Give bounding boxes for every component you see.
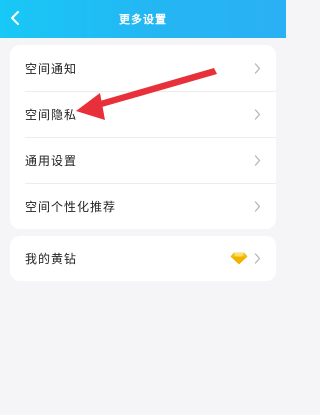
vip-item-label: 我的黄钻 bbox=[25, 252, 78, 266]
vip-card: 我的黄钻 bbox=[10, 236, 276, 281]
settings-item-label: 空间通知 bbox=[25, 61, 78, 76]
chevron-right-icon bbox=[252, 108, 262, 120]
more-settings-screen: 更多设置 空间通知 空间隐私 通用设置 空间个性化推荐 我的黄钻 bbox=[0, 0, 286, 415]
settings-item-label: 通用设置 bbox=[25, 153, 78, 168]
settings-item-label: 空间个性化推荐 bbox=[25, 199, 117, 214]
yellow-diamond-icon bbox=[230, 252, 248, 266]
settings-item-space-notification[interactable]: 空间通知 bbox=[10, 45, 276, 91]
chevron-right-icon bbox=[252, 62, 262, 74]
chevron-left-icon bbox=[11, 11, 19, 25]
settings-item-space-privacy[interactable]: 空间隐私 bbox=[10, 91, 276, 137]
settings-item-general-settings[interactable]: 通用设置 bbox=[10, 137, 276, 183]
my-yellow-diamond-item[interactable]: 我的黄钻 bbox=[10, 236, 276, 281]
back-button[interactable] bbox=[4, 6, 26, 30]
chevron-right-icon bbox=[252, 200, 262, 212]
settings-item-label: 空间隐私 bbox=[25, 107, 78, 122]
settings-item-personalized-recommendation[interactable]: 空间个性化推荐 bbox=[10, 183, 276, 229]
chevron-right-icon bbox=[252, 154, 262, 166]
settings-list: 空间通知 空间隐私 通用设置 空间个性化推荐 bbox=[10, 45, 276, 229]
header-bar: 更多设置 bbox=[0, 0, 286, 38]
chevron-right-icon bbox=[252, 253, 262, 265]
page-title: 更多设置 bbox=[119, 13, 167, 26]
